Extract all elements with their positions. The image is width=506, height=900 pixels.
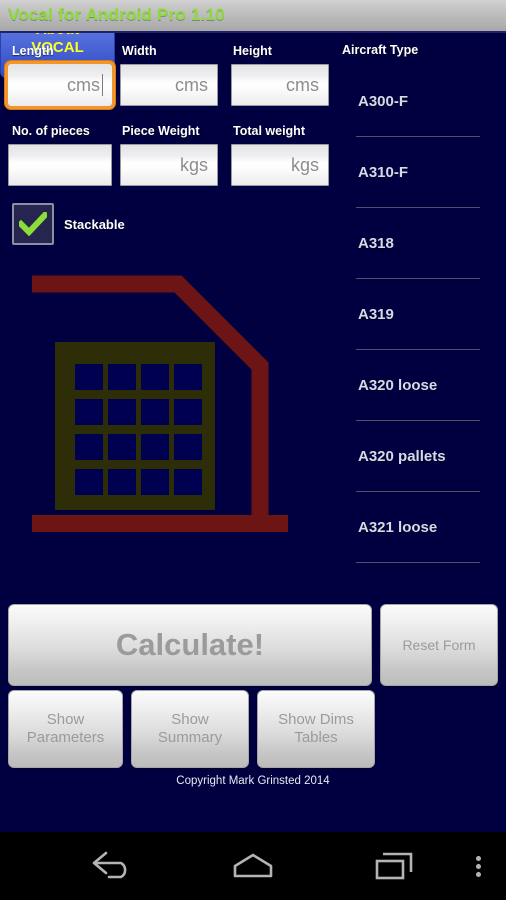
app-title: Vocal for Android Pro 1.10 — [8, 5, 225, 24]
list-item[interactable]: A320 loose — [340, 350, 506, 421]
menu-dot — [475, 855, 481, 861]
list-item[interactable]: A318 — [340, 208, 506, 279]
back-icon — [92, 851, 127, 879]
list-item[interactable]: A319 — [340, 279, 506, 350]
label-total-weight: Total weight — [233, 124, 305, 138]
label-length: Length — [12, 44, 54, 58]
label-piece-weight: Piece Weight — [122, 124, 200, 138]
aircraft-label: A300-F — [358, 93, 409, 110]
input-total-weight[interactable]: kgs — [231, 144, 329, 186]
list-item[interactable]: A310-F — [340, 137, 506, 208]
stackable-checkbox-row[interactable]: Stackable — [12, 203, 125, 245]
calculate-button[interactable]: Calculate! — [8, 604, 372, 686]
overflow-menu-icon — [475, 853, 481, 880]
aircraft-label: A319 — [358, 306, 394, 323]
cargo-container-diagram — [32, 275, 288, 532]
check-icon — [19, 212, 47, 236]
overflow-menu-button[interactable] — [455, 832, 501, 900]
input-width-placeholder: cms — [175, 74, 208, 95]
nav-back-button[interactable] — [58, 832, 168, 900]
android-nav-bar — [0, 832, 506, 900]
list-item[interactable]: A320 pallets — [340, 421, 506, 492]
text-caret — [102, 74, 103, 96]
list-item[interactable]: A321 loose — [340, 492, 506, 563]
copyright-text: Copyright Mark Grinsted 2014 — [176, 775, 330, 787]
aircraft-label: A310-F — [358, 164, 409, 181]
input-no-of-pieces[interactable] — [8, 144, 112, 186]
nav-home-button[interactable] — [198, 832, 308, 900]
aircraft-label: A318 — [358, 235, 394, 252]
title-bar: Vocal for Android Pro 1.10 — [0, 0, 506, 33]
app-root: Vocal for Android Pro 1.10 Length Width … — [0, 0, 506, 900]
label-width: Width — [122, 44, 157, 58]
input-length-placeholder: cms — [67, 74, 100, 95]
label-height: Height — [233, 44, 272, 58]
aircraft-label: A321 loose — [358, 519, 438, 536]
aircraft-label: A320 pallets — [358, 448, 446, 465]
show-dims-tables-button[interactable]: Show Dims Tables — [257, 690, 375, 768]
recents-icon — [375, 852, 413, 880]
label-no-of-pieces: No. of pieces — [12, 124, 90, 138]
aircraft-type-header: Aircraft Type — [342, 43, 419, 57]
input-total-weight-placeholder: kgs — [290, 154, 319, 175]
show-summary-button[interactable]: Show Summary — [131, 690, 249, 768]
list-item[interactable]: A300-F — [340, 66, 506, 137]
input-length[interactable]: cms — [8, 64, 112, 106]
menu-dot — [475, 863, 481, 869]
input-piece-weight[interactable]: kgs — [120, 144, 218, 186]
input-height[interactable]: cms — [231, 64, 329, 106]
stackable-checkbox[interactable] — [12, 203, 54, 245]
reset-form-button[interactable]: Reset Form — [380, 604, 498, 686]
input-height-placeholder: cms — [286, 74, 319, 95]
input-width[interactable]: cms — [120, 64, 218, 106]
aircraft-label: A320 loose — [358, 377, 438, 394]
input-piece-weight-placeholder: kgs — [179, 154, 208, 175]
stackable-label: Stackable — [64, 216, 125, 232]
home-icon — [233, 853, 273, 878]
aircraft-type-list[interactable]: A300-F A310-F A318 A319 A320 loose A320 … — [340, 66, 506, 563]
nav-recents-button[interactable] — [340, 832, 450, 900]
show-parameters-button[interactable]: Show Parameters — [8, 690, 123, 768]
menu-dot — [475, 871, 481, 877]
